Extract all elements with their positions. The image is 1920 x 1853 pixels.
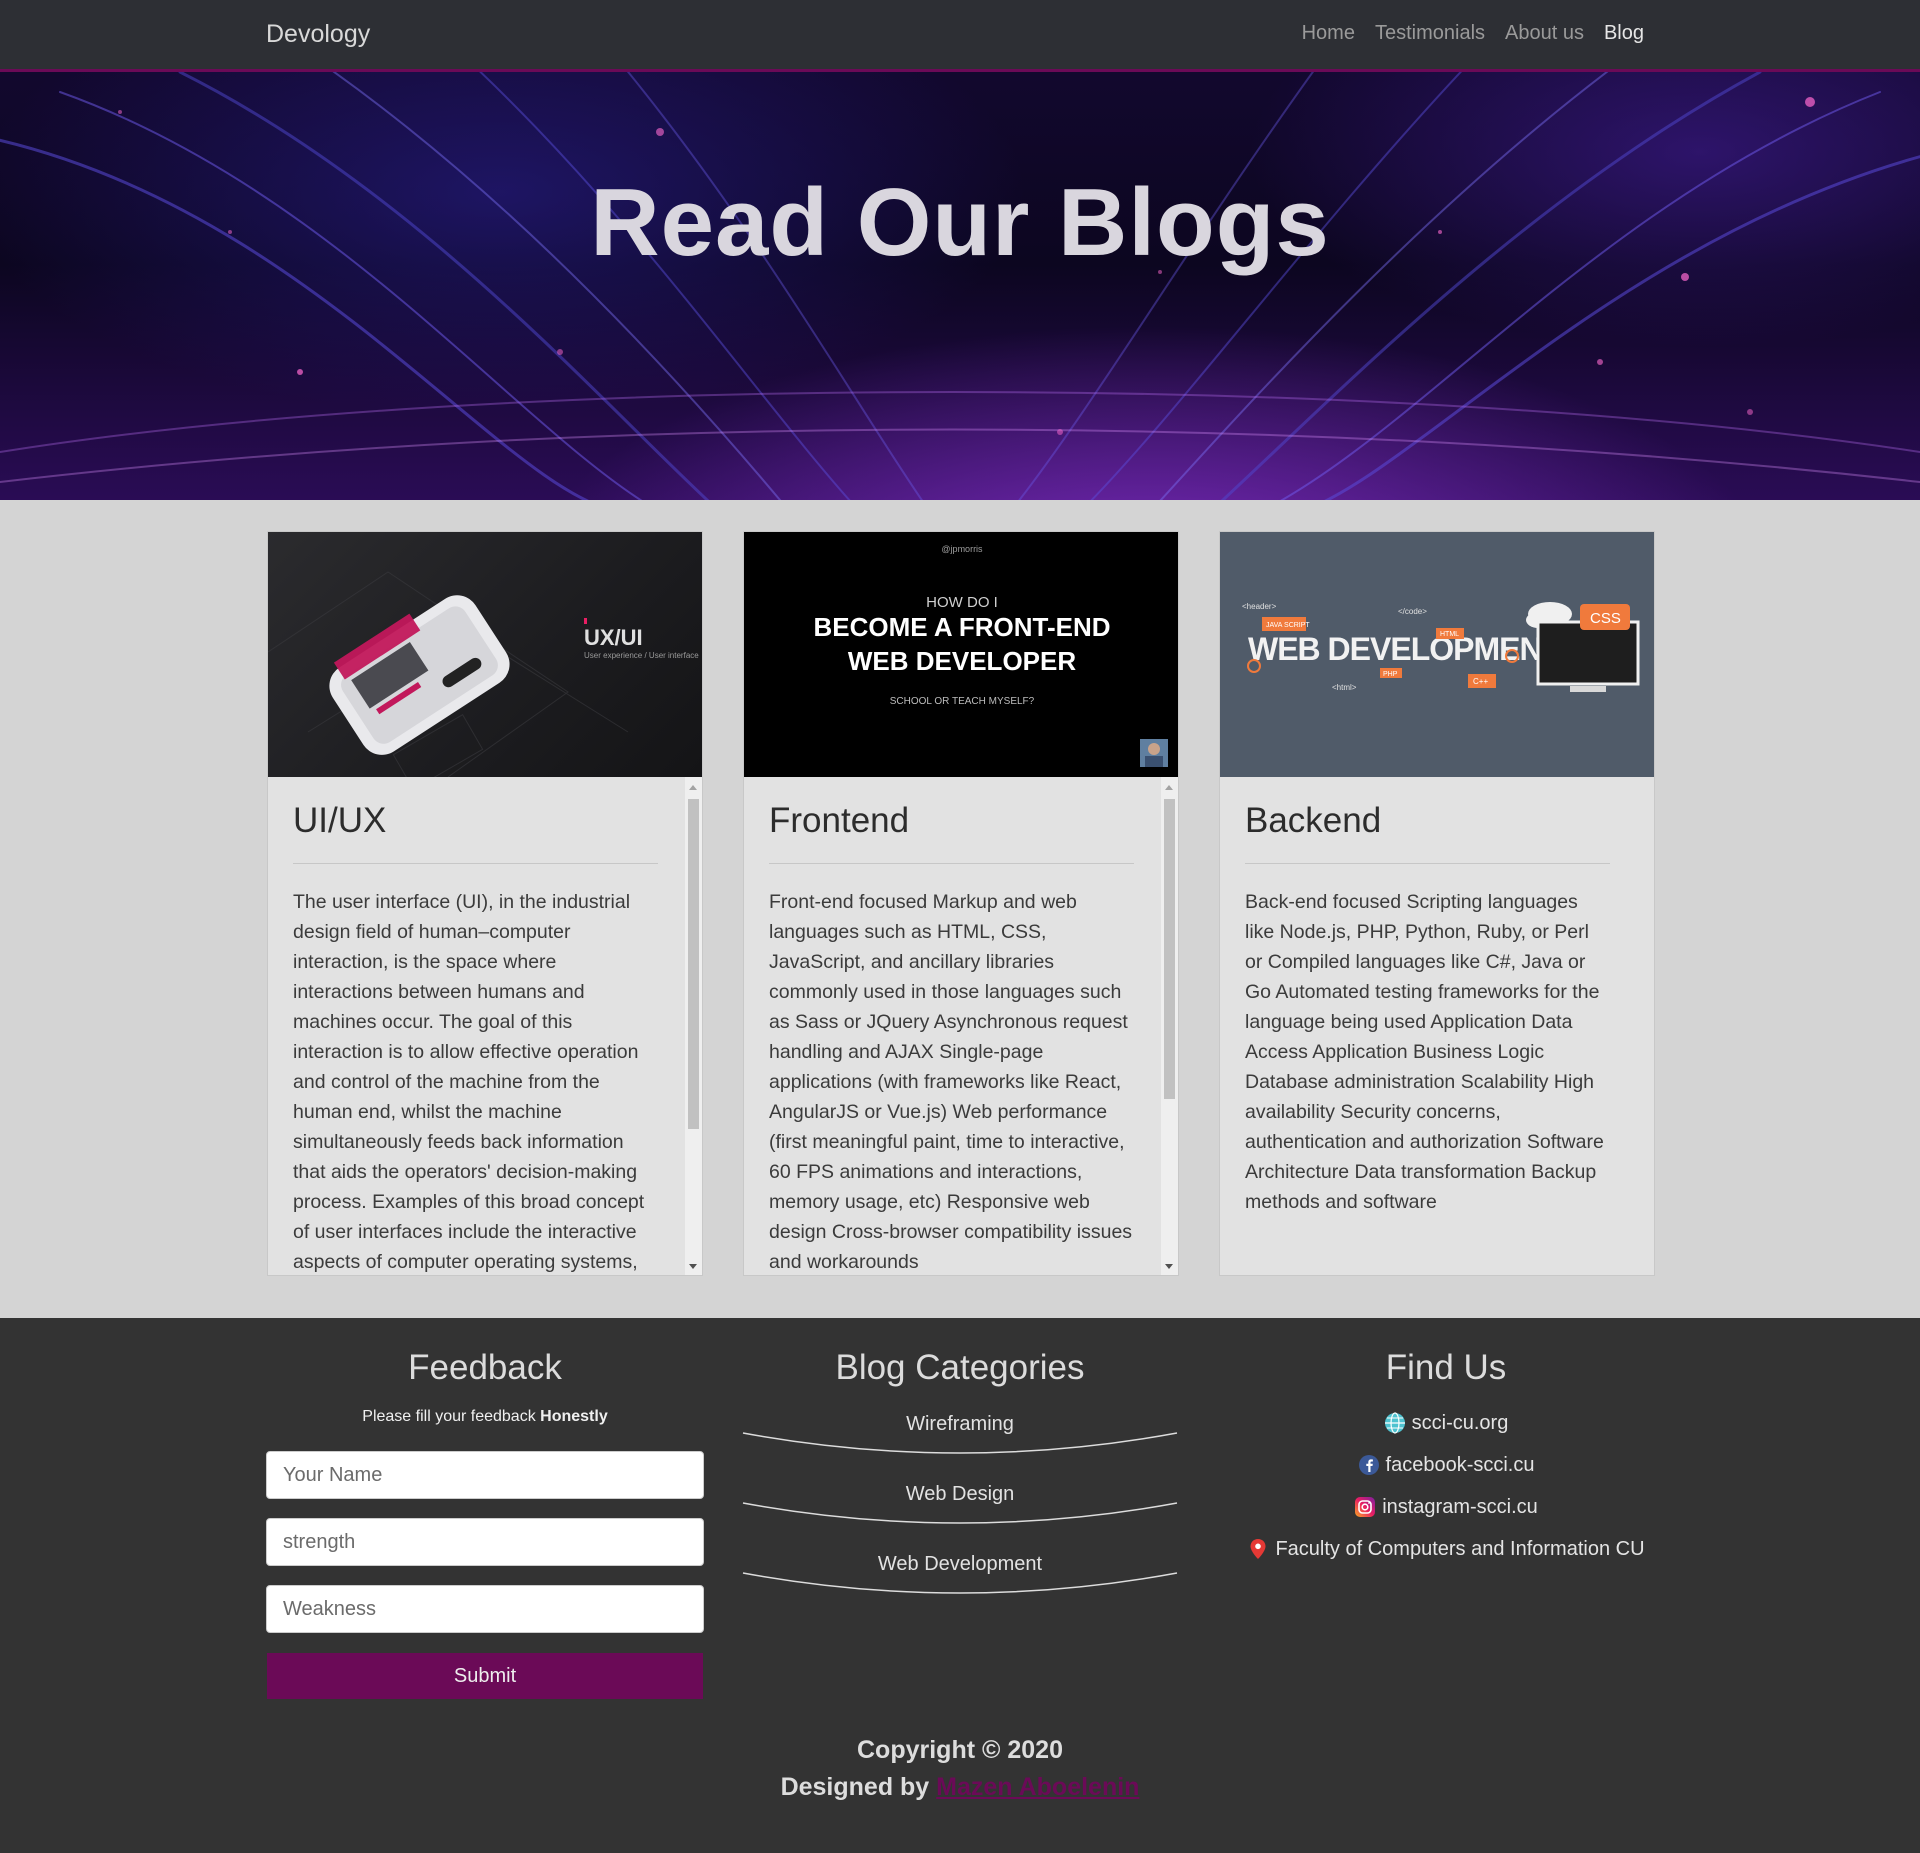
nav-blog-link[interactable]: Blog [1604, 22, 1644, 45]
weakness-input[interactable] [266, 1585, 704, 1633]
blog-card-uiux: UX/UI User experience / User interface U… [267, 531, 703, 1276]
designer-link[interactable]: Mazen Aboelenin [936, 1773, 1139, 1801]
facebook-label: facebook-scci.cu [1385, 1453, 1535, 1476]
submit-button[interactable]: Submit [267, 1653, 703, 1699]
backend-tag: C++ [1473, 677, 1488, 686]
nav-testimonials-link[interactable]: Testimonials [1375, 22, 1485, 45]
feedback-note-text: Please fill your feedback [362, 1408, 541, 1425]
feedback-title: Feedback [408, 1348, 562, 1387]
backend-tag: PHP [1383, 671, 1398, 678]
nav-home-link[interactable]: Home [1302, 22, 1355, 45]
footer: Feedback Please fill your feedback Hones… [0, 1318, 1920, 1853]
strength-input[interactable] [266, 1518, 704, 1566]
backend-tag: <header> [1242, 602, 1277, 611]
frontend-handle: @jpmorris [941, 544, 983, 554]
frontend-line3: WEB DEVELOPER [848, 646, 1076, 676]
card-body[interactable]: UI/UX The user interface (UI), in the in… [268, 777, 702, 1275]
blog-card-backend: <header> JAVA SCRIPT </code> WEB DEVELOP… [1219, 531, 1655, 1276]
frontend-card-image: @jpmorris HOW DO I BECOME A FRONT-END WE… [744, 532, 1178, 777]
navbar: Devology Home Testimonials About us Blog [0, 0, 1920, 72]
find-us-location[interactable]: Faculty of Computers and Information CU [1186, 1528, 1706, 1570]
category-underline [742, 1502, 1178, 1524]
website-label: scci-cu.org [1411, 1411, 1509, 1434]
find-us-facebook[interactable]: facebook-scci.cu [1186, 1444, 1706, 1486]
designed-by-line: Designed by Mazen Aboelenin [0, 1769, 1920, 1806]
hero-title: Read Our Blogs [590, 169, 1330, 276]
card-title: Frontend [769, 801, 1134, 864]
name-input[interactable] [266, 1451, 704, 1499]
blog-categories-section: Blog Categories Wireframing Web Design W… [741, 1318, 1179, 1611]
scroll-down-arrow-icon[interactable] [1165, 1264, 1173, 1269]
card-text: Front-end focused Markup and web languag… [769, 891, 1133, 1273]
hero-background-art [0, 72, 1920, 500]
feedback-note-emphasis: Honestly [540, 1408, 608, 1425]
card-scrollbar[interactable] [1161, 777, 1178, 1275]
scroll-thumb[interactable] [1164, 799, 1175, 1099]
backend-tag: HTML [1440, 631, 1459, 638]
blog-cards: UX/UI User experience / User interface U… [267, 531, 1655, 1276]
frontend-line4: SCHOOL OR TEACH MYSELF? [890, 696, 1035, 707]
card-title: UI/UX [293, 801, 658, 864]
uiux-illustration: UX/UI User experience / User interface [268, 571, 699, 777]
categories-title: Blog Categories [835, 1348, 1085, 1387]
copyright: Copyright © 2020 Designed by Mazen Aboel… [0, 1732, 1920, 1806]
scroll-down-arrow-icon[interactable] [689, 1264, 697, 1269]
scroll-thumb[interactable] [688, 799, 699, 1129]
find-us-website[interactable]: scci-cu.org [1186, 1402, 1706, 1444]
scroll-up-arrow-icon[interactable] [1165, 785, 1173, 790]
frontend-line2: BECOME A FRONT-END [813, 612, 1110, 642]
designed-by-label: Designed by [780, 1773, 930, 1801]
copyright-text: Copyright © 2020 [857, 1736, 1063, 1764]
location-pin-icon [1250, 1539, 1266, 1559]
brand-logo[interactable]: Devology [266, 20, 370, 49]
facebook-icon [1358, 1455, 1379, 1475]
uiux-card-image: UX/UI User experience / User interface [268, 532, 702, 777]
nav-links: Home Testimonials About us Blog [1302, 22, 1644, 45]
card-body[interactable]: Frontend Front-end focused Markup and we… [744, 777, 1178, 1275]
find-us-instagram[interactable]: instagram-scci.cu [1186, 1486, 1706, 1528]
nav-about-link[interactable]: About us [1505, 22, 1584, 45]
backend-tag: CSS [1590, 610, 1621, 627]
backend-tag: <html> [1332, 683, 1357, 692]
find-us-title: Find Us [1385, 1348, 1507, 1387]
instagram-label: instagram-scci.cu [1382, 1495, 1538, 1518]
frontend-illustration: @jpmorris HOW DO I BECOME A FRONT-END WE… [813, 544, 1168, 767]
category-item-wireframing[interactable]: Wireframing [741, 1401, 1179, 1471]
find-us-section: Find Us scci-cu.org facebook-scci.cu ins… [1186, 1318, 1706, 1570]
uiux-badge-caption: User experience / User interface [584, 651, 699, 660]
feedback-note: Please fill your feedback Honestly [266, 1408, 704, 1426]
instagram-icon [1355, 1497, 1376, 1517]
card-body: Backend Back-end focused Scripting langu… [1220, 777, 1654, 1275]
category-item-web-design[interactable]: Web Design [741, 1471, 1179, 1541]
backend-tag: </code> [1398, 607, 1427, 616]
scroll-up-arrow-icon[interactable] [689, 785, 697, 790]
blog-card-frontend: @jpmorris HOW DO I BECOME A FRONT-END WE… [743, 531, 1179, 1276]
uiux-badge: UX/UI [584, 625, 643, 650]
category-underline [742, 1432, 1178, 1454]
backend-tag: JAVA SCRIPT [1266, 622, 1310, 629]
card-scrollbar[interactable] [685, 777, 702, 1275]
backend-card-image: <header> JAVA SCRIPT </code> WEB DEVELOP… [1220, 532, 1654, 777]
card-text: Back-end focused Scripting languages lik… [1245, 891, 1604, 1213]
card-title: Backend [1245, 801, 1610, 864]
hero-banner: Read Our Blogs [0, 72, 1920, 500]
globe-icon [1384, 1412, 1405, 1434]
category-item-web-development[interactable]: Web Development [741, 1541, 1179, 1611]
category-underline [742, 1572, 1178, 1594]
feedback-section: Feedback Please fill your feedback Hones… [266, 1318, 704, 1699]
backend-illustration: <header> JAVA SCRIPT </code> WEB DEVELOP… [1242, 602, 1640, 692]
frontend-line1: HOW DO I [926, 594, 998, 611]
card-text: The user interface (UI), in the industri… [293, 891, 645, 1273]
location-label: Faculty of Computers and Information CU [1275, 1537, 1645, 1560]
